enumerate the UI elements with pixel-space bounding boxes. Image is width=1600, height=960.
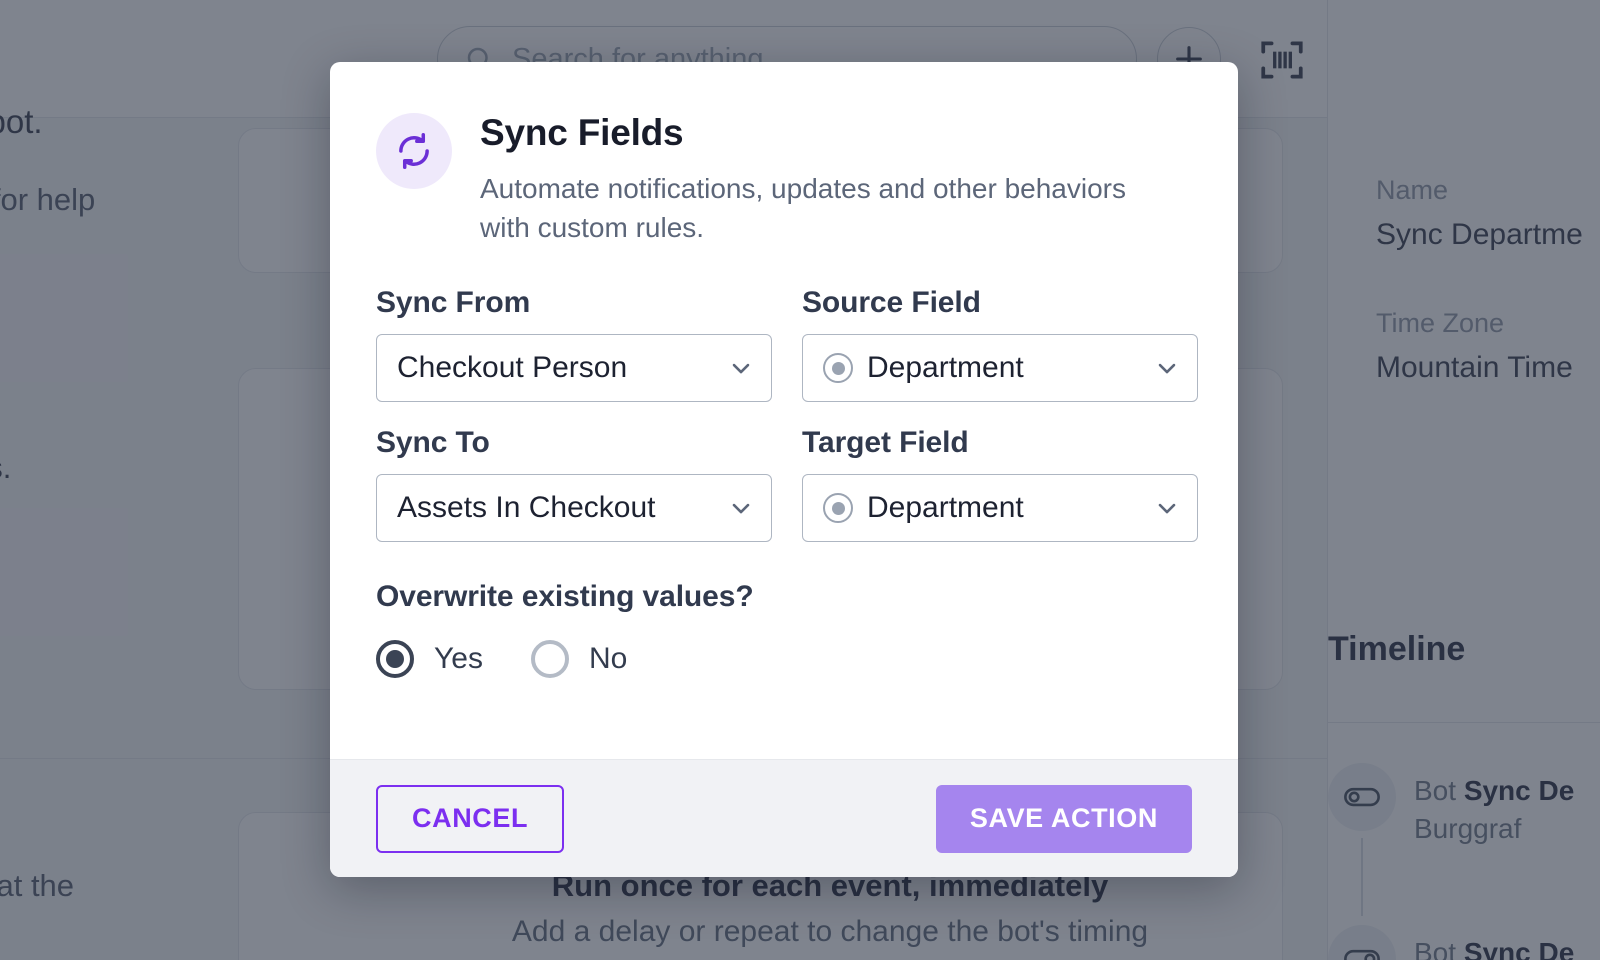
- sync-arrows-glyph: [399, 132, 429, 170]
- overwrite-no-label: No: [588, 642, 628, 676]
- sync-arrows-icon: [376, 113, 452, 189]
- target-field-select[interactable]: Department: [802, 474, 1198, 543]
- target-field-value: Department: [867, 491, 1024, 525]
- sync-from-value: Checkout Person: [397, 351, 628, 385]
- overwrite-option-yes[interactable]: Yes: [376, 640, 483, 679]
- radio-dot-icon: [823, 493, 853, 524]
- overwrite-label: Overwrite existing values?: [376, 580, 754, 614]
- field-target-field: Target Field Department: [802, 426, 1198, 543]
- sync-to-select[interactable]: Assets In Checkout: [376, 474, 772, 543]
- source-field-value: Department: [867, 351, 1024, 385]
- sync-form: Sync From Checkout Person Source Field D…: [376, 286, 1198, 566]
- sync-from-select[interactable]: Checkout Person: [376, 334, 772, 403]
- overwrite-group: Overwrite existing values? Yes No: [376, 580, 1192, 679]
- dialog-header: Sync Fields Automate notifications, upda…: [376, 110, 1192, 248]
- sync-from-label: Sync From: [376, 286, 531, 320]
- dialog-subtitle: Automate notifications, updates and othe…: [480, 172, 1126, 244]
- save-action-button[interactable]: SAVE ACTION: [935, 784, 1192, 853]
- radio-yes-icon[interactable]: [376, 640, 414, 679]
- radio-no-icon[interactable]: [530, 640, 569, 679]
- chevron-down-icon: [732, 363, 750, 374]
- overwrite-option-no[interactable]: No: [530, 640, 628, 679]
- sync-to-value: Assets In Checkout: [397, 491, 656, 525]
- dialog-header-text: Sync Fields Automate notifications, upda…: [480, 110, 1170, 248]
- cancel-button[interactable]: CANCEL: [376, 784, 565, 853]
- source-field-select[interactable]: Department: [802, 334, 1198, 403]
- sync-to-label: Sync To: [376, 426, 490, 460]
- source-field-label: Source Field: [802, 286, 981, 320]
- dialog-body: Sync Fields Automate notifications, upda…: [330, 62, 1238, 759]
- chevron-down-icon: [732, 503, 750, 514]
- field-sync-from: Sync From Checkout Person: [376, 286, 772, 403]
- overwrite-yes-label: Yes: [434, 642, 483, 676]
- field-sync-to: Sync To Assets In Checkout: [376, 426, 772, 543]
- target-field-label: Target Field: [802, 426, 969, 460]
- chevron-down-icon: [1158, 363, 1176, 374]
- field-source-field: Source Field Department: [802, 286, 1198, 403]
- overwrite-radio-row: Yes No: [376, 640, 1192, 679]
- sync-fields-dialog: Sync Fields Automate notifications, upda…: [330, 62, 1238, 877]
- dialog-title: Sync Fields: [480, 112, 684, 153]
- chevron-down-icon: [1158, 503, 1176, 514]
- dialog-footer: CANCEL SAVE ACTION: [330, 759, 1238, 877]
- radio-dot-icon: [823, 353, 853, 384]
